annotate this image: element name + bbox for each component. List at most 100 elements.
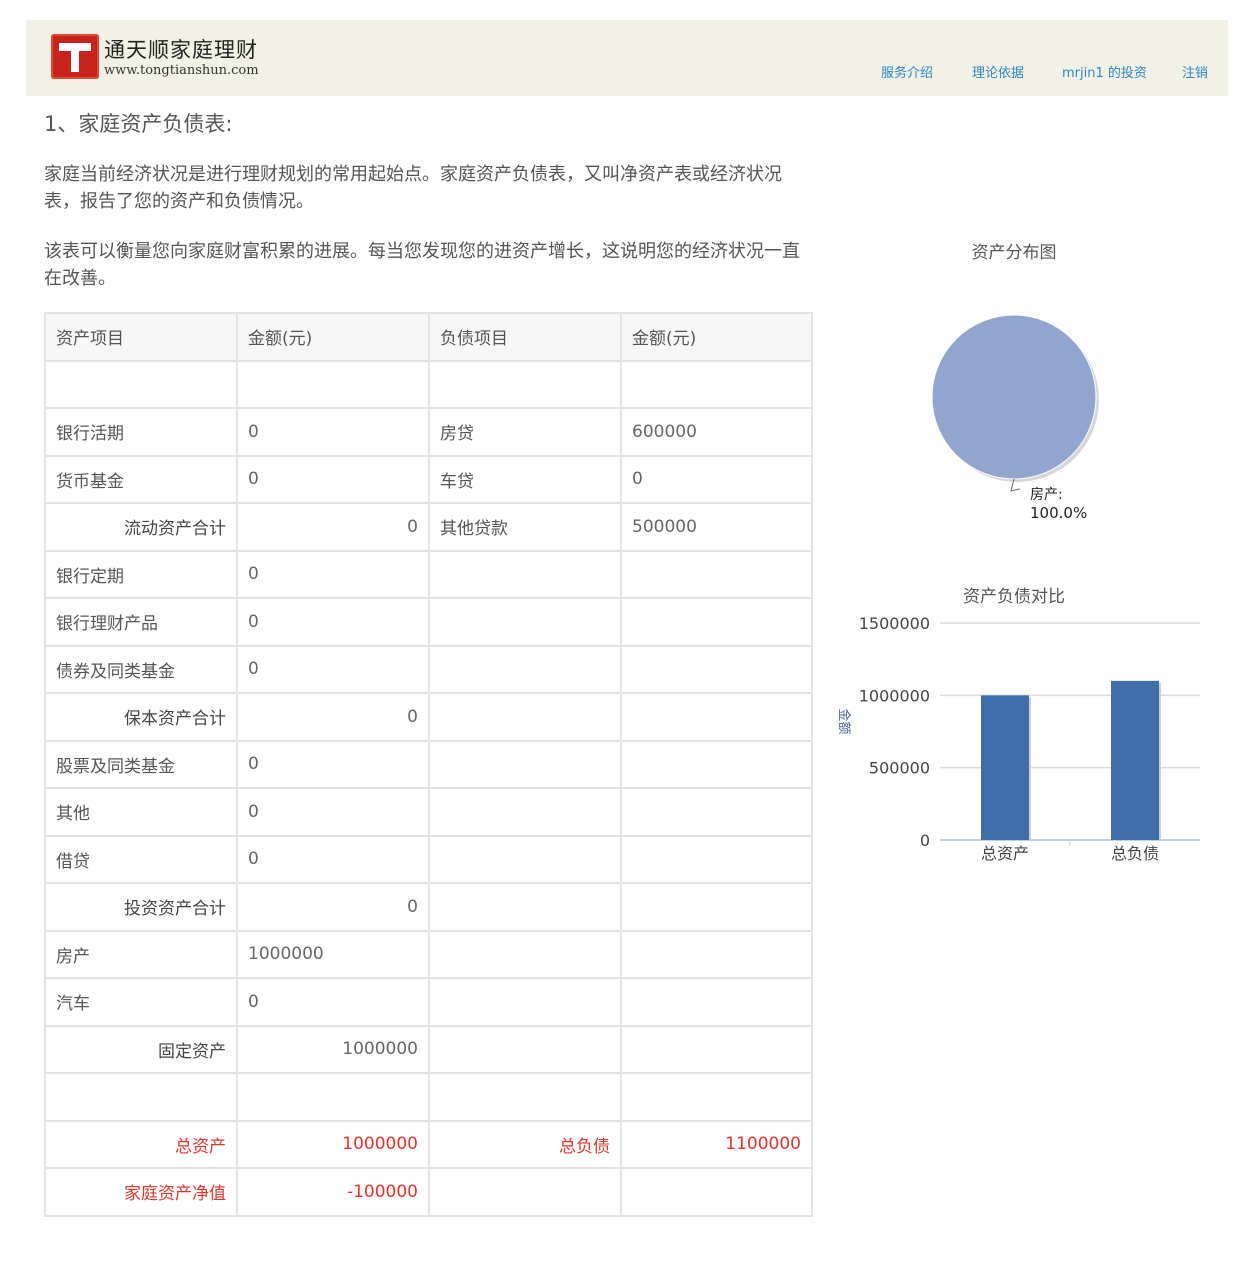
table-cell-amount: 0: [236, 882, 430, 932]
table-cell-label: 投资资产合计: [44, 882, 238, 932]
brand-name[interactable]: 通天顺家庭理财: [104, 34, 258, 64]
table-cell-amount: 0: [236, 977, 430, 1027]
table-cell-label: 其他贷款: [428, 502, 622, 552]
table-cell-label: [428, 739, 622, 789]
table-cell-amount: [620, 597, 813, 647]
table-cell-amount: 0: [236, 834, 430, 884]
table-cell-label: 银行定期: [44, 549, 238, 599]
table-row: 流动资产合计 0 其他贷款 500000: [44, 502, 813, 552]
pie-slice-percent: 100.0%: [1030, 504, 1087, 522]
table-cell-amount: [620, 882, 813, 932]
table-cell-amount: [620, 977, 813, 1027]
table-cell-label: 保本资产合计: [44, 692, 238, 742]
table-cell-label: 房贷: [428, 407, 622, 457]
table-cell-label: 房产: [44, 929, 238, 979]
table-cell-label: [428, 1167, 622, 1217]
table-cell-amount: 600000: [620, 407, 813, 457]
x-category-label: 总资产: [981, 844, 1029, 863]
nav-service-intro[interactable]: 服务介绍: [881, 62, 933, 81]
table-row: 其他 0: [44, 787, 813, 837]
table-cell-amount: 0: [236, 787, 430, 837]
table-cell-amount: 0: [236, 644, 430, 694]
table-cell-label: 银行理财产品: [44, 597, 238, 647]
table-row: 固定资产 1000000: [44, 1024, 813, 1074]
table-cell-label: [428, 692, 622, 742]
table-cell-label: 货币基金: [44, 454, 238, 504]
table-cell-amount: [620, 692, 813, 742]
column-header-asset-item: 资产项目: [44, 312, 238, 362]
table-cell-amount: 1000000: [236, 929, 430, 979]
table-row: 股票及同类基金 0: [44, 739, 813, 789]
table-cell-label: [428, 977, 622, 1027]
table-cell-label: 流动资产合计: [44, 502, 238, 552]
table-cell-amount: [236, 1072, 430, 1122]
nav-logout[interactable]: 注销: [1182, 62, 1208, 81]
table-cell-amount: 0: [236, 407, 430, 457]
table-cell-amount: -100000: [236, 1167, 430, 1217]
progress-paragraph: 该表可以衡量您向家庭财富积累的进展。每当您发现您的进资产增长，这说明您的经济状况…: [44, 241, 800, 289]
table-cell-label: 股票及同类基金: [44, 739, 238, 789]
logo-icon[interactable]: [51, 34, 99, 79]
table-cell-amount: [620, 359, 813, 409]
table-cell-label: 债券及同类基金: [44, 644, 238, 694]
table-cell-label: [428, 787, 622, 837]
table-row: 债券及同类基金 0: [44, 644, 813, 694]
nav-my-investment[interactable]: mrjin1 的投资: [1062, 62, 1147, 81]
table-header-row: 资产项目 金额(元) 负债项目 金额(元): [44, 312, 813, 362]
table-row: 银行理财产品 0: [44, 597, 813, 647]
table-row: 总资产 1000000 总负债 1100000: [44, 1119, 813, 1169]
nav-theory-basis[interactable]: 理论依据: [972, 62, 1024, 81]
table-cell-amount: 0: [236, 549, 430, 599]
table-cell-amount: 500000: [620, 502, 813, 552]
pie-slice-label: 房产:: [1030, 487, 1063, 503]
table-row: 家庭资产净值 -100000: [44, 1167, 813, 1217]
table-cell-amount: [620, 1024, 813, 1074]
table-row: 房产 1000000: [44, 929, 813, 979]
column-header-asset-amount: 金额(元): [236, 312, 430, 362]
table-cell-label: [44, 1072, 238, 1122]
table-cell-label: [428, 929, 622, 979]
table-cell-amount: 1100000: [620, 1119, 813, 1169]
pie-slice: [931, 314, 1097, 480]
column-header-liability-item: 负债项目: [428, 312, 622, 362]
asset-distribution-pie-chart: 房产:100.0%: [931, 314, 1099, 522]
y-tick-label: 500000: [869, 759, 930, 778]
table-row: [44, 359, 813, 409]
table-row: 货币基金 0 车贷 0: [44, 454, 813, 504]
bar: [1111, 680, 1159, 840]
table-cell-amount: 0: [236, 739, 430, 789]
y-axis-label: 金额: [836, 708, 852, 734]
y-tick-label: 1000000: [859, 686, 930, 705]
table-cell-amount: [620, 644, 813, 694]
table-row: 保本资产合计 0: [44, 692, 813, 742]
site-header: 通天顺家庭理财 www.tongtianshun.com 服务介绍 理论依据 m…: [26, 20, 1228, 96]
table-cell-label: [428, 359, 622, 409]
asset-liability-bar-chart: 0 500000 1000000 1500000 金额总资产 总负债: [836, 614, 1200, 863]
table-row: [44, 1072, 813, 1122]
table-cell-amount: 0: [236, 454, 430, 504]
y-tick-label: 1500000: [859, 614, 930, 633]
table-cell-amount: 1000000: [236, 1024, 430, 1074]
table-cell-amount: [620, 834, 813, 884]
column-header-liability-amount: 金额(元): [620, 312, 813, 362]
table-cell-label: [428, 834, 622, 884]
table-cell-label: 车贷: [428, 454, 622, 504]
table-cell-label: [428, 882, 622, 932]
table-row: 汽车 0: [44, 977, 813, 1027]
table-row: 借贷 0: [44, 834, 813, 884]
bar: [981, 695, 1029, 840]
intro-paragraph: 家庭当前经济状况是进行理财规划的常用起始点。家庭资产负债表，又叫净资产表或经济状…: [44, 164, 782, 212]
table-cell-label: 总资产: [44, 1119, 238, 1169]
table-row: 投资资产合计 0: [44, 882, 813, 932]
table-cell-amount: [236, 359, 430, 409]
table-row: 银行定期 0: [44, 549, 813, 599]
table-cell-amount: 1000000: [236, 1119, 430, 1169]
table-cell-label: [44, 359, 238, 409]
table-cell-label: 借贷: [44, 834, 238, 884]
table-cell-amount: 0: [236, 502, 430, 552]
table-row: 银行活期 0 房贷 600000: [44, 407, 813, 457]
brand-url[interactable]: www.tongtianshun.com: [104, 63, 259, 78]
table-cell-label: 其他: [44, 787, 238, 837]
table-cell-amount: 0: [236, 597, 430, 647]
pie-chart-title: 资产分布图: [971, 243, 1057, 263]
